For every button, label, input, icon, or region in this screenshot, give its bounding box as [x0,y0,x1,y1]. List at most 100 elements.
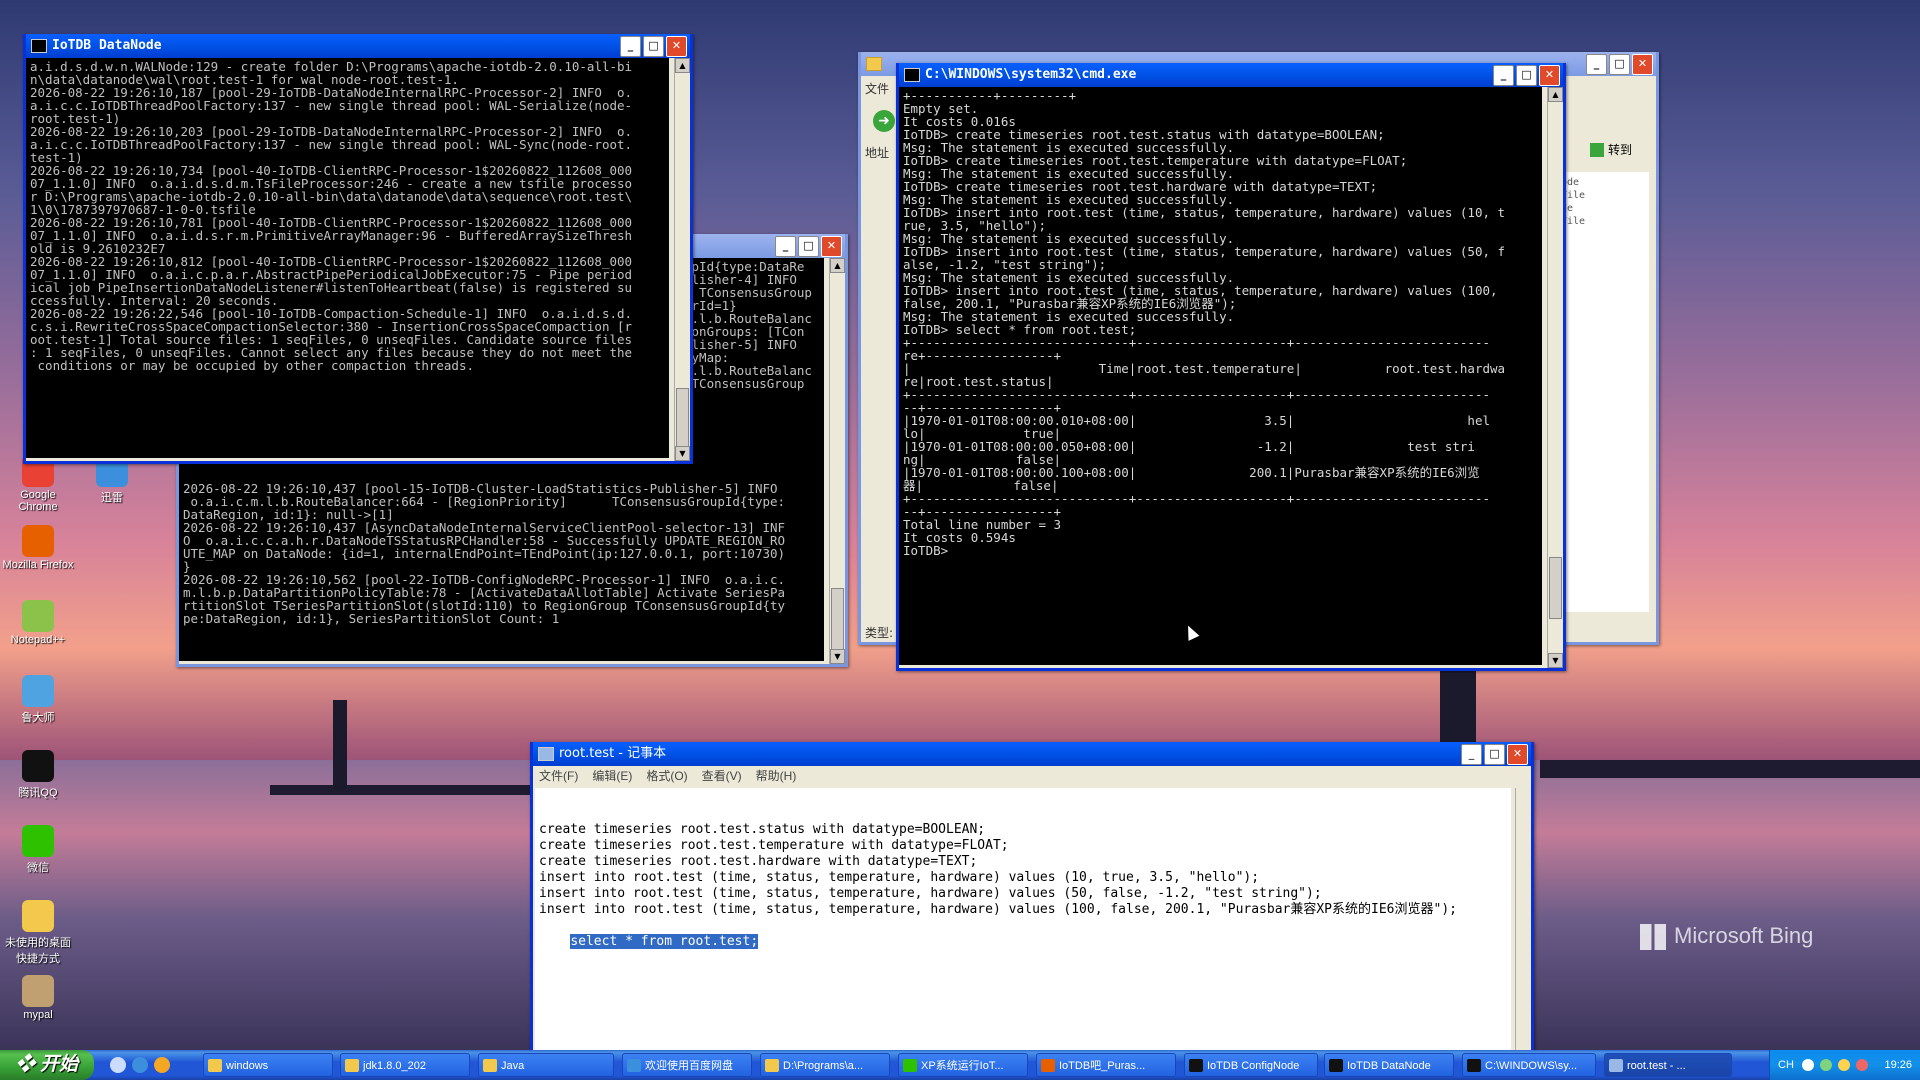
notepad-selected-text[interactable]: select * from root.test; [570,934,759,949]
scroll-down-arrow-icon[interactable]: ▼ [1548,653,1563,668]
shortcut-icon [22,750,54,782]
text-line: create timeseries root.test.temperature … [539,838,1009,853]
taskbar-button[interactable]: C:\WINDOWS\sy... [1462,1053,1596,1077]
datanode-window[interactable]: IoTDB DataNode _ □ ✕ a.i.d.s.d.w.n.WALNo… [23,34,693,464]
bing-watermark: Microsoft Bing [1640,923,1813,951]
cmd-titlebar[interactable]: C:\WINDOWS\system32\cmd.exe _ □ ✕ [899,63,1563,87]
close-button[interactable]: ✕ [1539,65,1560,86]
taskbar-button[interactable]: Java [478,1053,614,1077]
desktop-shortcut[interactable]: Notepad++ [2,600,74,646]
datanode-titlebar[interactable]: IoTDB DataNode _ □ ✕ [26,34,690,58]
close-button[interactable]: ✕ [821,236,842,257]
desktop-shortcut[interactable]: 微信 [2,825,74,875]
notepad-editor[interactable]: create timeseries root.test.status with … [535,788,1511,1054]
scroll-thumb[interactable] [831,588,844,650]
taskbar-app-icon [1329,1059,1343,1072]
minimize-button[interactable]: _ [775,236,796,257]
close-button[interactable]: ✕ [1632,54,1653,75]
confignode-scrollbar[interactable]: ▲ ▼ [829,258,845,664]
maximize-button[interactable]: □ [1609,54,1630,75]
cmd-console-output[interactable]: +-----------+---------+ Empty set. It cost… [899,87,1542,665]
maximize-button[interactable]: □ [1516,65,1537,86]
minimize-button[interactable]: _ [1586,54,1607,75]
cmd-scrollbar[interactable]: ▲ ▼ [1547,87,1563,668]
maximize-button[interactable]: □ [798,236,819,257]
tray-network-icon[interactable] [1802,1059,1814,1071]
close-button[interactable]: ✕ [1507,744,1528,765]
clock[interactable]: 19:26 [1884,1050,1912,1080]
taskbar-button[interactable]: XP系统运行IoT... [898,1053,1028,1077]
console-line: [TConsensusGroup [684,376,805,391]
taskbar-app-icon [903,1059,917,1072]
taskbar-button-label: windows [226,1060,269,1072]
maximize-button[interactable]: □ [643,36,664,57]
taskbar-button[interactable]: jdk1.8.0_202 [340,1053,470,1077]
close-button[interactable]: ✕ [666,36,687,57]
explorer-menu-file[interactable]: 文件 [865,80,889,97]
start-button[interactable]: ❖ 开始 [0,1050,94,1080]
menu-item[interactable]: 文件(F) [539,769,578,783]
taskbar-button-label: C:\WINDOWS\sy... [1485,1060,1578,1072]
scroll-up-arrow-icon[interactable]: ▲ [1548,87,1563,102]
taskbar-button[interactable]: windows [203,1053,333,1077]
system-tray: CH 19:26 [1769,1050,1920,1080]
notepad-window[interactable]: root.test - 记事本 _ □ ✕ 文件(F) 编辑(E) 格式(O) 查看(… [530,742,1534,1057]
text-line: insert into root.test (time, status, tem… [539,902,1457,917]
tray-wechat-icon[interactable] [1820,1059,1832,1071]
desktop-shortcut[interactable]: Mozilla Firefox [2,525,74,571]
desktop-shortcut[interactable]: mypal [2,975,74,1021]
explorer-file-pane[interactable]: ode File de File [1561,172,1649,612]
scroll-thumb[interactable] [1549,557,1562,619]
shortcut-label: 迅雷 [101,492,123,504]
scroll-down-arrow-icon[interactable]: ▼ [830,649,845,664]
maximize-button[interactable]: □ [1484,744,1505,765]
taskbar-button[interactable]: IoTDB吧_Puras... [1036,1053,1176,1077]
scroll-up-arrow-icon[interactable]: ▲ [830,258,845,273]
notepad-scrollbar[interactable] [1515,788,1531,1054]
datanode-scrollbar[interactable]: ▲ ▼ [674,58,690,461]
scroll-up-arrow-icon[interactable]: ▲ [675,58,690,73]
taskbar-button[interactable]: root.test - ... [1604,1053,1732,1077]
wallpaper-pier-right [1540,760,1920,778]
menu-item[interactable]: 帮助(H) [756,769,797,783]
tray-app-icon[interactable] [1838,1059,1850,1071]
menu-item[interactable]: 编辑(E) [592,769,632,783]
scroll-thumb[interactable] [676,388,689,450]
scroll-down-arrow-icon[interactable]: ▼ [675,446,690,461]
minimize-button[interactable]: _ [620,36,641,57]
back-arrow-icon[interactable]: ➜ [873,110,895,132]
taskbar-button-label: 欢迎使用百度网盘 [645,1060,733,1072]
shortcut-label: 未使用的桌面快捷方式 [5,937,71,965]
cmd-window[interactable]: C:\WINDOWS\system32\cmd.exe _ □ ✕ +-----… [896,63,1566,671]
shortcut-label: 微信 [27,862,49,874]
explorer-go-button[interactable]: 转到 [1590,140,1650,160]
desktop-shortcut[interactable]: 鲁大师 [2,675,74,725]
taskbar-button[interactable]: IoTDB ConfigNode [1184,1053,1318,1077]
desktop-shortcut[interactable]: 腾讯QQ [2,750,74,800]
quicklaunch-ie-icon[interactable] [132,1057,148,1073]
console-line: It costs 0.594s [903,530,1016,545]
menu-item[interactable]: 格式(O) [646,769,687,783]
explorer-address-label: 地址 [865,146,890,160]
taskbar: ❖ 开始 windows jdk1.8.0_202 Java 欢迎使用百度网盘 D:\P… [0,1050,1920,1080]
taskbar-app-icon [345,1059,359,1072]
taskbar-button[interactable]: IoTDB DataNode [1324,1053,1454,1077]
console-line: UTE_MAP on DataNode: {id=1, internalEndP… [183,546,786,561]
tray-volume-icon[interactable] [1856,1059,1868,1071]
desktop-shortcut[interactable]: 未使用的桌面快捷方式 [2,900,74,966]
shortcut-label: 腾讯QQ [18,787,58,799]
menu-item[interactable]: 查看(V) [702,769,742,783]
input-language[interactable]: CH [1778,1050,1794,1080]
taskbar-button[interactable]: 欢迎使用百度网盘 [622,1053,752,1077]
quicklaunch-media-icon[interactable] [154,1057,170,1073]
taskbar-button[interactable]: D:\Programs\a... [760,1053,890,1077]
console-icon [31,39,47,53]
taskbar-button-label: XP系统运行IoT... [921,1060,1004,1072]
text-line: insert into root.test (time, status, tem… [539,886,1322,901]
quicklaunch-show-desktop-icon[interactable] [110,1057,126,1073]
minimize-button[interactable]: _ [1493,65,1514,86]
notepad-titlebar[interactable]: root.test - 记事本 _ □ ✕ [533,742,1531,766]
minimize-button[interactable]: _ [1461,744,1482,765]
console-line: pe:DataRegion, id:1}, SeriesPartitionSlo… [183,611,560,626]
datanode-console-output[interactable]: a.i.d.s.d.w.n.WALNode:129 - create folde… [26,58,669,458]
